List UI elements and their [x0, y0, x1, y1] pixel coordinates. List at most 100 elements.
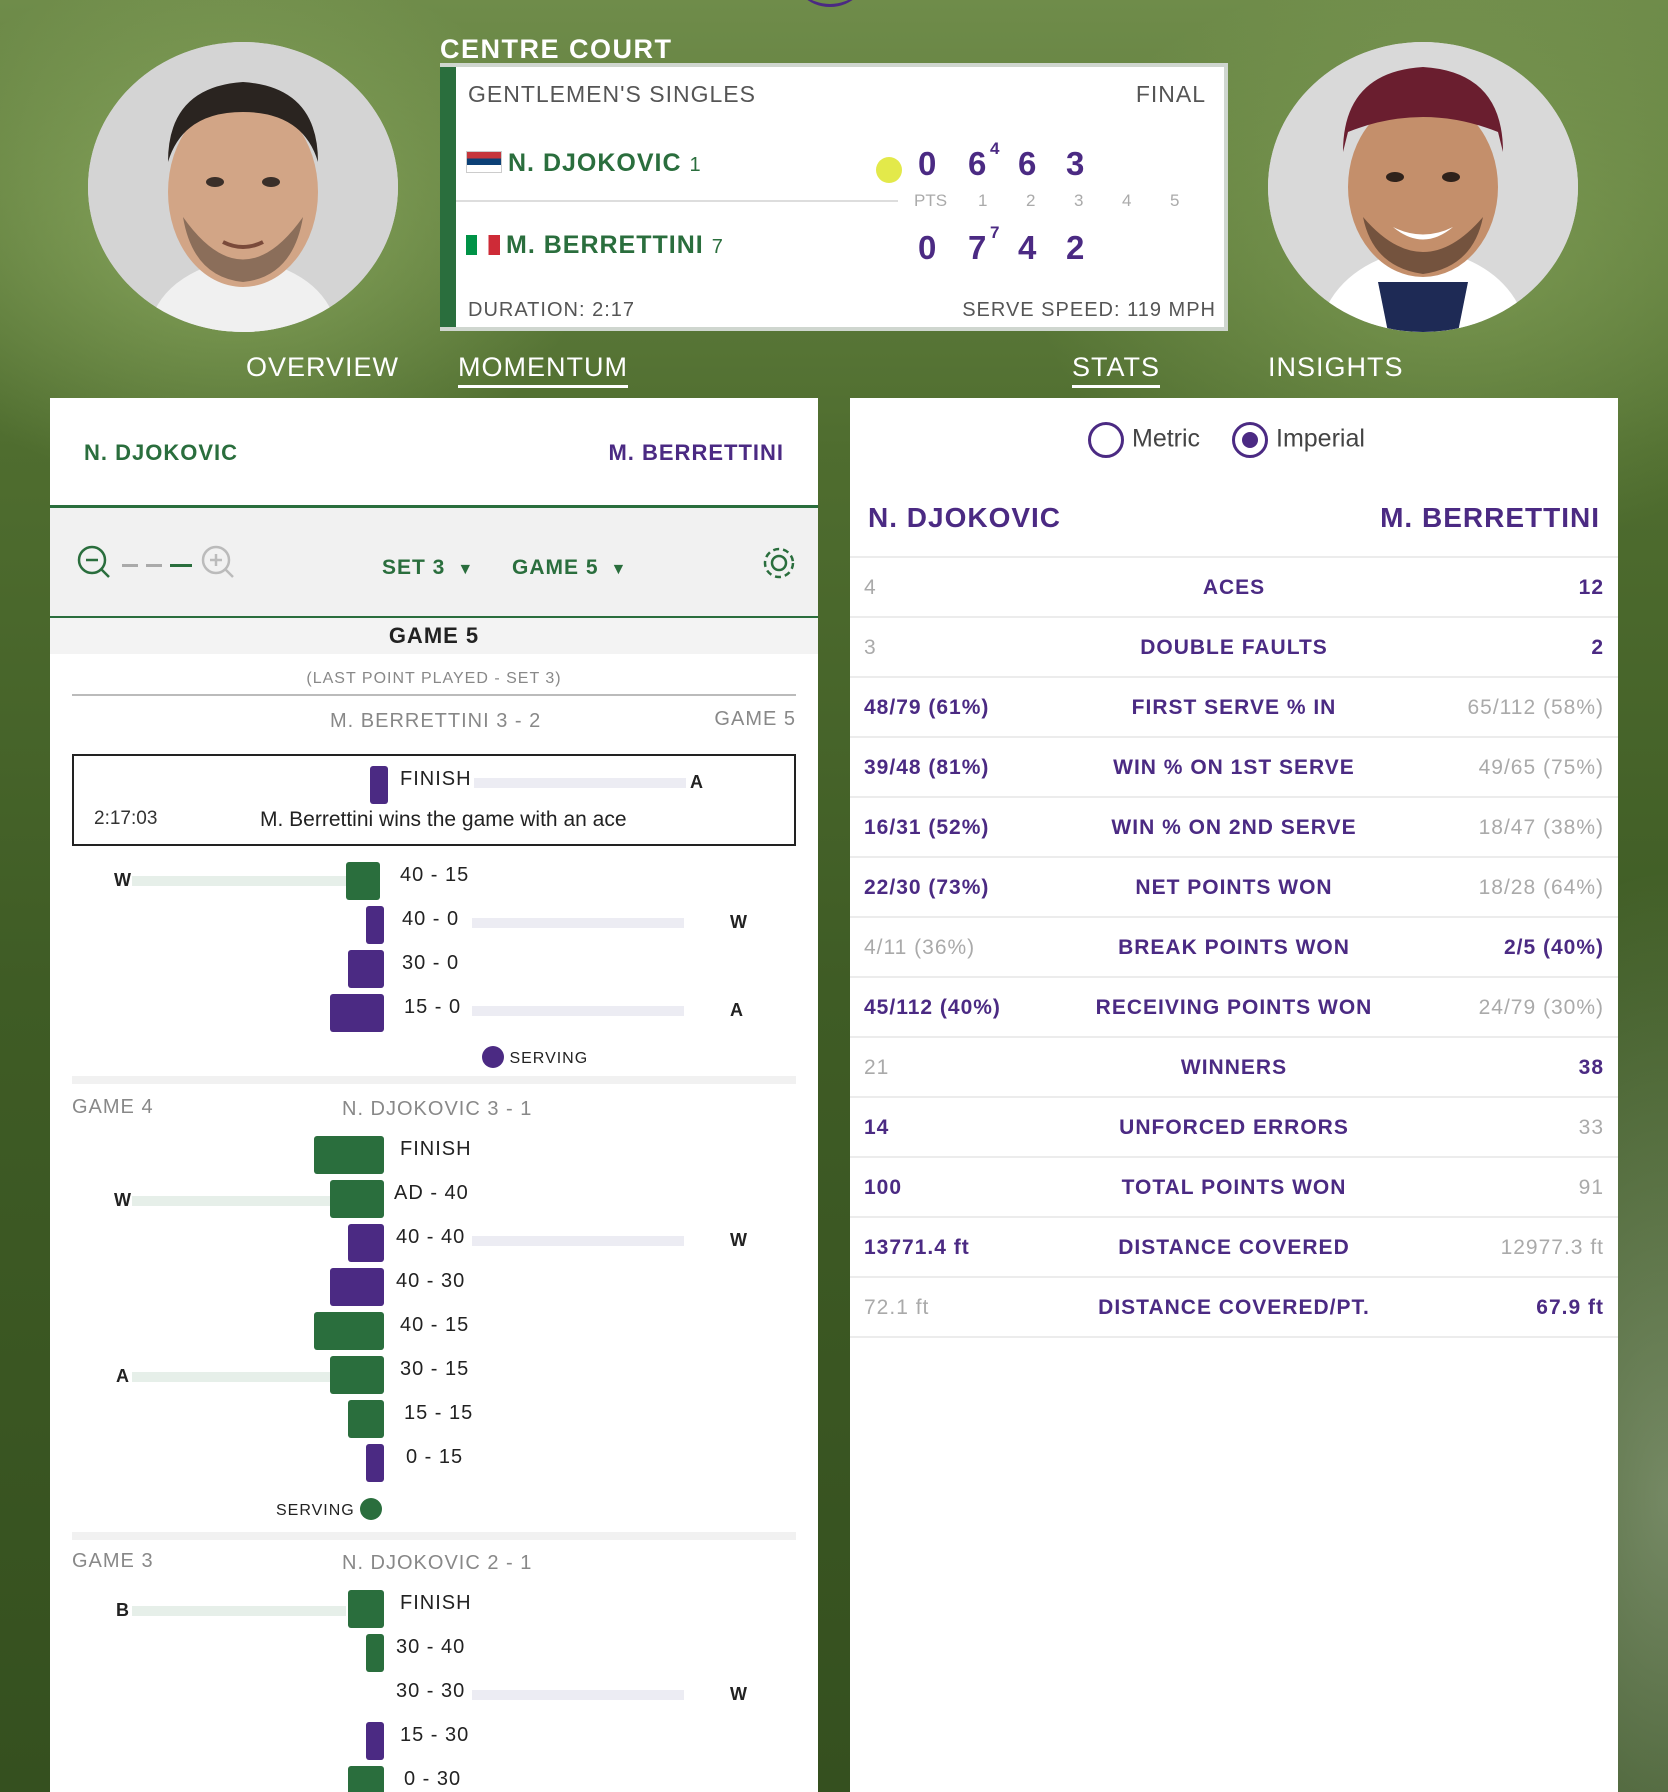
serving-indicator: SERVING — [482, 1046, 588, 1068]
djokovic-photo — [88, 42, 398, 332]
radio-imperial[interactable] — [1232, 422, 1268, 458]
point-track — [472, 1690, 684, 1700]
player1-scoreboard-name: N. DJOKOVIC 1 — [466, 149, 702, 178]
stat-right-value: 2/5 (40%) — [1503, 936, 1604, 959]
stat-table-end — [850, 1336, 1618, 1340]
point-track — [472, 1236, 684, 1246]
stat-row: NET POINTS WON 22/30 (73%) 18/28 (64%) — [850, 856, 1618, 918]
player1-set1-tiebreak: 4 — [990, 139, 1000, 158]
player2-set1: 7 — [968, 229, 987, 266]
momentum-bar — [366, 906, 384, 944]
point-score: 0 - 30 — [404, 1768, 462, 1790]
point-score: 15 - 15 — [404, 1402, 474, 1424]
berrettini-photo — [1268, 42, 1578, 332]
stat-right-value: 24/79 (30%) — [1478, 996, 1604, 1019]
court-name: CENTRE COURT — [440, 34, 673, 64]
point-track — [132, 876, 346, 886]
momentum-bar — [314, 1136, 384, 1174]
stat-left-value: 16/31 (52%) — [864, 816, 990, 839]
stat-row: WIN % ON 2ND SERVE 16/31 (52%) 18/47 (38%) — [850, 796, 1618, 858]
stat-right-value: 12977.3 ft — [1500, 1236, 1604, 1259]
unit-imperial-option[interactable]: Imperial — [1232, 422, 1365, 458]
player2-set3: 2 — [1066, 229, 1085, 266]
point-ending-letter: A — [116, 1366, 129, 1386]
point-ending-letter: A — [690, 772, 703, 792]
col-set3: 3 — [1074, 191, 1084, 210]
stat-right-value: 12 — [1578, 576, 1604, 599]
zoom-in-icon[interactable] — [200, 544, 236, 580]
stat-left-value: 13771.4 ft — [864, 1236, 970, 1259]
player2-set2: 4 — [1018, 229, 1037, 266]
momentum-bar — [330, 1356, 384, 1394]
stat-left-value: 39/48 (81%) — [864, 756, 990, 779]
chevron-down-icon: ▼ — [457, 561, 475, 578]
stat-right-value: 65/112 (58%) — [1467, 696, 1604, 719]
stat-right-value: 38 — [1578, 1056, 1604, 1079]
game-divider — [72, 1532, 796, 1540]
momentum-bar — [348, 1224, 384, 1262]
point-score: 40 - 40 — [396, 1226, 466, 1248]
point-score: FINISH — [400, 1138, 472, 1160]
stat-row: WIN % ON 1ST SERVE 39/48 (81%) 49/65 (75%) — [850, 736, 1618, 798]
tab-momentum[interactable]: MOMENTUM — [458, 352, 628, 388]
momentum-bar — [346, 862, 380, 900]
point-score: AD - 40 — [394, 1182, 469, 1204]
momentum-bar — [330, 1180, 384, 1218]
game-dropdown[interactable]: GAME 5 ▼ — [512, 556, 627, 580]
stat-label: DOUBLE FAULTS — [1140, 636, 1328, 659]
point-ending-letter: A — [730, 1000, 743, 1020]
stat-right-value: 2 — [1591, 636, 1604, 659]
game5-label: GAME 5 — [714, 708, 796, 730]
serve-speed: SERVE SPEED: 119 MPH — [962, 299, 1216, 321]
stats-player2: M. BERRETTINI — [1380, 502, 1600, 533]
point-score: 40 - 0 — [402, 908, 460, 930]
col-set5: 5 — [1170, 191, 1180, 210]
stat-label: WINNERS — [1180, 1056, 1288, 1079]
point-score: 30 - 40 — [396, 1636, 466, 1658]
stat-left-value: 14 — [864, 1116, 890, 1139]
player1-set3: 3 — [1066, 145, 1085, 182]
settings-gear-icon[interactable] — [760, 544, 798, 582]
stat-label: ACES — [1202, 576, 1266, 599]
player1-set1: 6 — [968, 145, 987, 182]
stat-left-value: 22/30 (73%) — [864, 876, 990, 899]
set-dropdown[interactable]: SET 3 ▼ — [382, 556, 474, 580]
tab-insights[interactable]: INSIGHTS — [1268, 352, 1404, 383]
point-score: 40 - 30 — [396, 1270, 466, 1292]
col-set2: 2 — [1026, 191, 1036, 210]
momentum-bar — [330, 1268, 384, 1306]
tennis-ball-icon — [482, 1046, 504, 1068]
point-track — [474, 778, 686, 788]
radio-metric[interactable] — [1088, 422, 1124, 458]
point-score: 40 - 15 — [400, 1314, 470, 1336]
point-score: 0 - 15 — [406, 1446, 464, 1468]
player2-scoreboard-name: M. BERRETTINI 7 — [466, 231, 724, 260]
momentum-bar — [348, 1400, 384, 1438]
tennis-ball-icon — [360, 1498, 383, 1520]
stat-row: DISTANCE COVERED/PT. 72.1 ft 67.9 ft — [850, 1276, 1618, 1338]
stats-panel: Metric Imperial N. DJOKOVIC M. BERRETTIN… — [850, 398, 1618, 1792]
momentum-player2: M. BERRETTINI — [608, 440, 784, 465]
point-track — [132, 1606, 346, 1616]
unit-metric-option[interactable]: Metric — [1088, 422, 1200, 458]
point-track — [132, 1372, 330, 1382]
zoom-out-icon[interactable] — [76, 544, 112, 580]
stats-player1: N. DJOKOVIC — [868, 502, 1062, 533]
stat-row: UNFORCED ERRORS 14 33 — [850, 1096, 1618, 1158]
game-divider — [72, 1076, 796, 1084]
section-divider — [72, 694, 796, 696]
zoom-level-active — [170, 564, 192, 567]
tab-overview[interactable]: OVERVIEW — [246, 352, 399, 383]
col-pts: PTS — [914, 191, 948, 210]
stat-row: DISTANCE COVERED 13771.4 ft 12977.3 ft — [850, 1216, 1618, 1278]
tab-stats[interactable]: STATS — [1072, 352, 1161, 388]
momentum-bar — [348, 1590, 384, 1628]
italy-flag-icon — [466, 235, 500, 255]
game5-finish-box[interactable]: FINISH A 2:17:03 M. Berrettini wins the … — [72, 754, 796, 846]
game3-label: GAME 3 — [72, 1550, 154, 1572]
stat-left-value: 3 — [864, 636, 877, 659]
chevron-down-icon: ▼ — [610, 561, 628, 578]
match-round: FINAL — [1135, 81, 1206, 107]
stat-row: RECEIVING POINTS WON 45/112 (40%) 24/79 (3… — [850, 976, 1618, 1038]
stat-left-value: 21 — [864, 1056, 890, 1079]
